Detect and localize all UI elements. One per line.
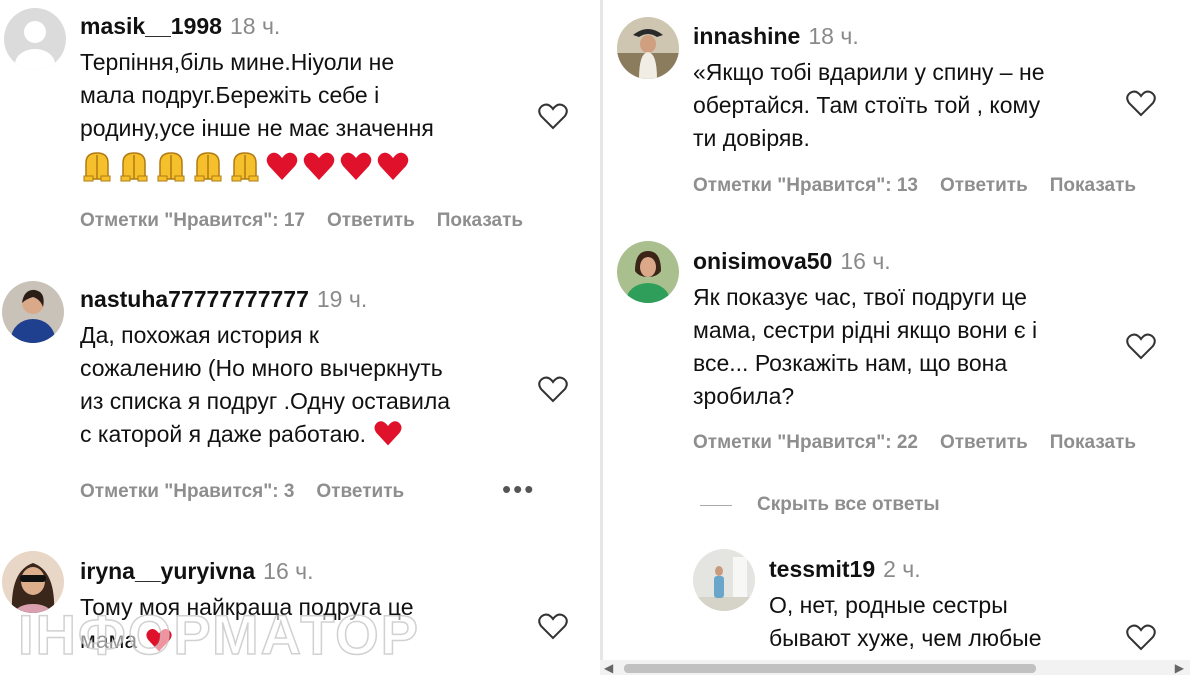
horizontal-scrollbar[interactable]: ◀ ▶ xyxy=(600,660,1190,675)
red-heart-icon xyxy=(377,152,409,180)
avatar-photo[interactable] xyxy=(617,17,679,79)
folded-hands-icon xyxy=(231,152,259,182)
comment-line: ти довіряв. xyxy=(693,125,810,151)
comment-line: мама, сестри рідні якщо вони є і xyxy=(693,317,1038,343)
comment-line: зробила? xyxy=(693,383,795,409)
username[interactable]: nastuha77777777777 xyxy=(80,286,309,312)
avatar-photo[interactable] xyxy=(2,281,64,343)
timestamp[interactable]: 16 ч. xyxy=(840,248,890,274)
likes-count[interactable]: Отметки "Нравится": 22 xyxy=(693,432,918,453)
avatar-default[interactable] xyxy=(4,8,66,70)
comment-line: Да, похожая история к xyxy=(80,322,319,348)
comment-line: с каторой я даже работаю. xyxy=(80,418,450,451)
comment-line: обертайся. Там стоїть той , кому xyxy=(693,92,1041,118)
scroll-left-icon[interactable]: ◀ xyxy=(604,661,613,675)
reply-button[interactable]: Ответить xyxy=(940,175,1028,196)
avatar-photo[interactable] xyxy=(617,241,679,303)
red-heart-icon xyxy=(303,152,335,180)
like-heart-icon[interactable] xyxy=(1125,622,1157,652)
like-heart-icon[interactable] xyxy=(1125,88,1157,118)
comment-line: из списка я подруг .Одну оставила xyxy=(80,388,451,414)
red-heart-icon xyxy=(374,421,402,446)
comment-actions: Отметки "Нравится": 13 Ответить Показать xyxy=(693,175,1158,197)
show-translation-button[interactable]: Показать xyxy=(1050,175,1136,196)
like-heart-icon[interactable] xyxy=(537,611,569,641)
comment-text: Терпіння,біль мине.Ніуоли не мала подруг… xyxy=(80,46,434,145)
timestamp[interactable]: 16 ч. xyxy=(263,558,313,584)
comment-line: «Якщо тобі вдарили у спину – не xyxy=(693,59,1045,85)
timestamp[interactable]: 2 ч. xyxy=(883,556,921,582)
like-heart-icon[interactable] xyxy=(1125,331,1157,361)
comment-line: О, нет, родные сестры xyxy=(769,592,1008,618)
comment-text: О, нет, родные сестры бывают хуже, чем л… xyxy=(769,589,1042,655)
folded-hands-icon xyxy=(120,152,148,182)
scrollbar-thumb[interactable] xyxy=(624,664,1036,673)
avatar-photo[interactable] xyxy=(693,549,755,611)
column-divider xyxy=(600,0,603,675)
comment-actions: Отметки "Нравится": 3 Ответить xyxy=(80,481,426,503)
watermark-logo: ІНФОРМАТОР xyxy=(17,602,420,667)
likes-count[interactable]: Отметки "Нравится": 17 xyxy=(80,210,305,231)
username[interactable]: innashine xyxy=(693,23,800,49)
username[interactable]: tessmit19 xyxy=(769,556,875,582)
timestamp[interactable]: 18 ч. xyxy=(808,23,858,49)
comment-line: Терпіння,біль мине.Ніуоли не xyxy=(80,49,395,75)
show-translation-button[interactable]: Показать xyxy=(437,210,523,231)
comment-actions: Отметки "Нравится": 22 Ответить Показать xyxy=(693,432,1158,454)
replies-divider-line xyxy=(700,505,732,506)
emoji-row xyxy=(80,149,434,183)
reply-button[interactable]: Ответить xyxy=(940,432,1028,453)
scroll-right-icon[interactable]: ▶ xyxy=(1175,661,1184,675)
comment-line: Як показує час, твої подруги це xyxy=(693,284,1027,310)
likes-count[interactable]: Отметки "Нравится": 13 xyxy=(693,175,918,196)
folded-hands-icon xyxy=(157,152,185,182)
folded-hands-icon xyxy=(83,152,111,182)
show-translation-button[interactable]: Показать xyxy=(1050,432,1136,453)
comment-line: сожалению (Но много вычеркнуть xyxy=(80,355,443,381)
comment-text: Як показує час, твої подруги це мама, се… xyxy=(693,281,1037,413)
more-options-icon[interactable]: ••• xyxy=(502,474,535,505)
comment-line: мала подруг.Бережіть себе і xyxy=(80,82,380,108)
username[interactable]: masik__1998 xyxy=(80,13,222,39)
comment-line: все... Розкажіть нам, що вона xyxy=(693,350,1008,376)
red-heart-icon xyxy=(340,152,372,180)
comment-text: Да, похожая история к сожалению (Но мног… xyxy=(80,319,450,451)
username[interactable]: onisimova50 xyxy=(693,248,832,274)
like-heart-icon[interactable] xyxy=(537,374,569,404)
reply-button[interactable]: Ответить xyxy=(327,210,415,231)
comment-actions: Отметки "Нравится": 17 Ответить Показать xyxy=(80,210,545,232)
folded-hands-icon xyxy=(194,152,222,182)
red-heart-icon xyxy=(266,152,298,180)
reply-button[interactable]: Ответить xyxy=(316,481,404,502)
comment-line: бывают хуже, чем любые xyxy=(769,625,1042,651)
likes-count[interactable]: Отметки "Нравится": 3 xyxy=(80,481,294,502)
comment-text: «Якщо тобі вдарили у спину – не обертайс… xyxy=(693,56,1044,155)
comment-line: родину,усе інше не має значення xyxy=(80,115,434,141)
hide-replies-button[interactable]: Скрыть все ответы xyxy=(757,494,940,516)
timestamp[interactable]: 18 ч. xyxy=(230,13,280,39)
timestamp[interactable]: 19 ч. xyxy=(317,286,367,312)
username[interactable]: iryna__yuryivna xyxy=(80,558,255,584)
like-heart-icon[interactable] xyxy=(537,101,569,131)
